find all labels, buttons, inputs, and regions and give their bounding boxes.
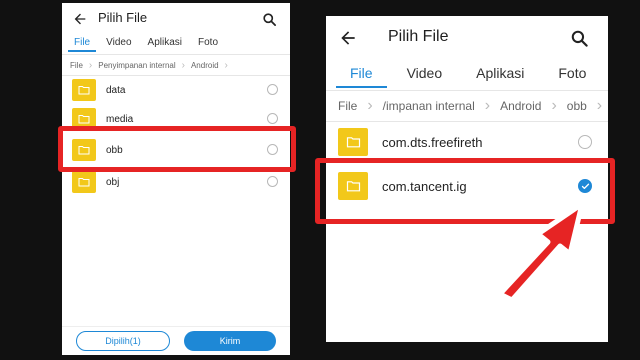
breadcrumb-item[interactable]: File ›: [338, 97, 373, 115]
radio-unchecked-icon[interactable]: [578, 135, 592, 149]
breadcrumb-label: Penyimpanan internal: [98, 60, 176, 70]
folder-icon: [338, 128, 368, 156]
radio-unchecked-icon[interactable]: [267, 84, 278, 95]
folder-icon: [72, 171, 96, 193]
send-button[interactable]: Kirim: [184, 331, 276, 351]
chevron-right-icon: ›: [367, 97, 373, 114]
chevron-right-icon: ›: [484, 97, 491, 114]
breadcrumb-item[interactable]: Android ›: [191, 60, 228, 71]
tab-aplikasi[interactable]: Aplikasi: [462, 64, 538, 88]
breadcrumb-item[interactable]: Penyimpanan internal ›: [98, 60, 185, 71]
folder-icon: [72, 79, 96, 101]
breadcrumb: File › Penyimpanan internal › Android ›: [62, 54, 290, 76]
tab-bar: File Video Aplikasi Foto: [62, 37, 290, 52]
chevron-right-icon: ›: [551, 97, 557, 114]
folder-row[interactable]: data: [62, 75, 290, 105]
chevron-right-icon: ›: [224, 59, 228, 71]
tab-foto[interactable]: Foto: [192, 37, 224, 52]
folder-name: media: [106, 113, 134, 125]
breadcrumb-item[interactable]: obb ›: [567, 97, 602, 115]
breadcrumb: File › /impanan internal › Android › obb ›: [326, 90, 608, 122]
page-title: Pilih File: [98, 10, 148, 25]
search-icon[interactable]: [568, 26, 590, 50]
folder-row[interactable]: com.dts.freefireth: [326, 122, 608, 163]
bottom-action-bar: Dipilih(1) Kirim: [62, 326, 290, 355]
folder-name: com.dts.freefireth: [382, 134, 483, 150]
tab-bar: File Video Aplikasi Foto: [326, 64, 608, 88]
page-title: Pilih File: [388, 28, 449, 45]
chevron-right-icon: ›: [181, 59, 185, 71]
tab-video[interactable]: Video: [393, 64, 457, 88]
selected-count-button[interactable]: Dipilih(1): [76, 331, 170, 351]
search-icon[interactable]: [260, 9, 278, 29]
breadcrumb-label: obb: [566, 99, 587, 113]
back-arrow-icon[interactable]: [70, 9, 90, 29]
chevron-right-icon: ›: [88, 59, 93, 71]
radio-unchecked-icon[interactable]: [267, 113, 278, 124]
breadcrumb-label: File: [70, 60, 83, 70]
tab-file[interactable]: File: [68, 37, 97, 52]
folder-name: data: [106, 84, 126, 96]
folder-name: obj: [106, 176, 120, 188]
highlight-box: [58, 126, 296, 172]
breadcrumb-label: /impanan internal: [382, 99, 475, 113]
breadcrumb-item[interactable]: File ›: [70, 60, 92, 71]
tab-foto[interactable]: Foto: [544, 64, 600, 88]
red-pointer-arrow-icon: [478, 196, 598, 311]
left-phone-screen: Pilih File File Video Aplikasi Foto File…: [62, 3, 290, 355]
breadcrumb-label: Android: [190, 60, 219, 70]
tab-aplikasi[interactable]: Aplikasi: [142, 37, 188, 52]
tab-video[interactable]: Video: [100, 37, 137, 52]
breadcrumb-item[interactable]: /impanan internal ›: [383, 97, 490, 115]
back-arrow-icon[interactable]: [336, 26, 360, 50]
chevron-right-icon: ›: [596, 97, 603, 114]
tab-file[interactable]: File: [336, 64, 387, 88]
breadcrumb-item[interactable]: Android ›: [500, 97, 557, 115]
radio-unchecked-icon[interactable]: [267, 176, 278, 187]
breadcrumb-label: File: [338, 99, 358, 113]
breadcrumb-label: Android: [500, 99, 542, 113]
